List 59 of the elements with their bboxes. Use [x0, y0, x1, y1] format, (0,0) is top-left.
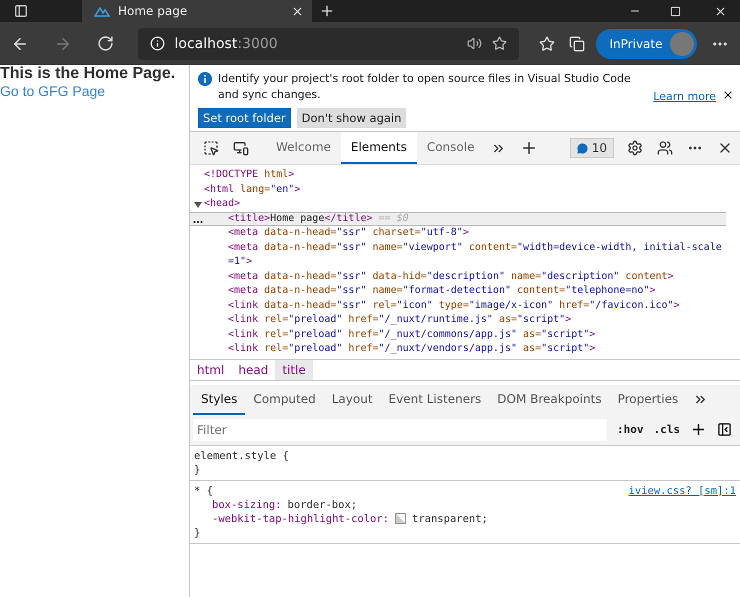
browser-tab[interactable]: Home page — [82, 0, 312, 22]
dom-code-line[interactable]: <meta data-n-head="ssr" charset="utf-8"> — [228, 226, 469, 240]
issues-badge[interactable]: 10 — [570, 138, 614, 158]
gfg-link[interactable]: Go to GFG Page — [0, 83, 106, 99]
tab-title: Home page — [118, 4, 188, 18]
styles-tab[interactable]: Event Listeners — [380, 384, 490, 414]
breadcrumb[interactable]: html — [190, 360, 232, 380]
cls-toggle[interactable]: .cls — [654, 423, 680, 436]
css-value: border-box; — [288, 498, 358, 512]
inprivate-button[interactable]: InPrivate — [596, 28, 698, 58]
color-swatch[interactable] — [395, 513, 406, 524]
dismiss-button[interactable]: Don't show again — [296, 108, 406, 128]
source-link[interactable]: iview.css? [sm]:1 — [628, 484, 736, 498]
devtools-tab[interactable]: Welcome — [266, 132, 341, 164]
rule-close-brace: } — [194, 464, 200, 476]
expand-triangle-icon[interactable] — [194, 201, 202, 209]
dom-code-line[interactable]: <head> — [204, 197, 240, 212]
styles-tab[interactable]: Properties — [610, 384, 686, 414]
learn-more-link[interactable]: Learn more — [653, 90, 716, 103]
dom-code-line[interactable]: <link rel="preload" href="/_nuxt/vendors/app.js" as="script"> — [228, 342, 596, 356]
close-icon[interactable] — [291, 4, 304, 18]
rule-close-brace: } — [194, 526, 200, 538]
dom-code-line[interactable]: <meta data-n-head="ssr" name="format-detection" content="telephone=no"> — [228, 284, 656, 298]
styles-tab[interactable]: DOM Breakpoints — [489, 384, 610, 414]
dom-code-line[interactable]: <link data-n-head="ssr" rel="icon" type="image/x-icon" href="/favicon.ico"> — [228, 298, 680, 313]
close-icon[interactable] — [722, 89, 734, 101]
dom-code-line[interactable]: <meta data-n-head="ssr" data-hid="description" name="description" content> — [228, 270, 674, 284]
page-heading: This is the Home Page. — [0, 65, 176, 83]
infobar-message: Identify your project's root folder to open source files in Visual Studio Code and sync changes. — [218, 71, 632, 103]
devtools-tab[interactable]: Console — [416, 132, 484, 164]
breadcrumb[interactable]: head — [231, 360, 276, 380]
dom-code-line[interactable]: <html lang="en"> — [204, 182, 300, 197]
styles-tab[interactable]: Layout — [324, 384, 381, 414]
sidebar-toggle-icon[interactable] — [717, 422, 732, 437]
rule-selector: element.style { — [194, 448, 289, 462]
css-value: transparent; — [412, 512, 488, 526]
read-aloud-icon[interactable] — [466, 36, 482, 51]
set-root-folder-button[interactable]: Set root folder — [198, 108, 291, 128]
hov-toggle[interactable]: :hov — [617, 423, 644, 436]
info-icon — [198, 72, 212, 86]
css-property: -webkit-tap-highlight-color: — [212, 512, 390, 526]
css-property: box-sizing: — [212, 498, 282, 512]
dom-code-line[interactable]: <!DOCTYPE html> — [204, 168, 294, 182]
address-bar[interactable]: localhost:3000 — [138, 28, 518, 60]
info-icon[interactable] — [150, 36, 164, 51]
filter-field[interactable]: Filter — [193, 418, 607, 440]
dom-code-line[interactable]: <link rel="preload" href="/_nuxt/runtime.js" as="script"> — [228, 313, 572, 328]
selected-node-note: == $0 — [378, 212, 409, 224]
devtools-tab[interactable]: Elements — [340, 132, 417, 164]
styles-tab[interactable]: Computed — [245, 384, 324, 414]
url-text: localhost:3000 — [174, 36, 279, 52]
avatar-icon — [670, 32, 694, 56]
star-plus-icon[interactable] — [492, 36, 506, 51]
dom-code-line[interactable]: <meta data-n-head="ssr" name="viewport" content="width=device-width, initial-scale=1"> — [228, 240, 726, 270]
rule-selector: * { — [194, 484, 213, 498]
breadcrumb[interactable]: title — [275, 360, 313, 380]
logo-icon — [94, 5, 110, 17]
dom-code-line[interactable]: <link rel="preload" href="/_nuxt/commons/app.js" as="script"> — [228, 328, 596, 342]
new-rule-icon[interactable] — [690, 421, 707, 438]
